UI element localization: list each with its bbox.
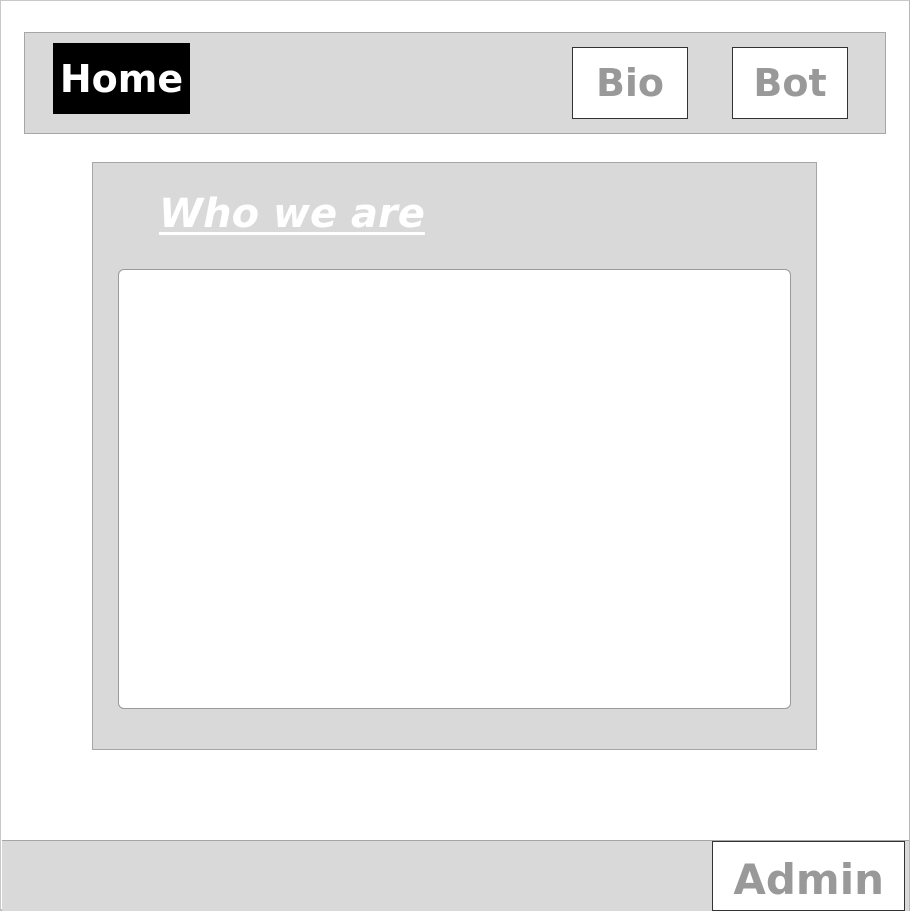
- home-button[interactable]: Home: [53, 43, 190, 114]
- page-frame: Home Bio Bot Who we are Admin: [0, 0, 910, 911]
- top-nav-bar: Home Bio Bot: [24, 32, 886, 134]
- bio-button[interactable]: Bio: [572, 47, 688, 119]
- who-we-are-panel: Who we are: [92, 162, 817, 750]
- section-title-link[interactable]: Who we are: [159, 191, 425, 237]
- admin-button[interactable]: Admin: [712, 841, 905, 911]
- bot-button[interactable]: Bot: [732, 47, 848, 119]
- footer-bar: Admin: [2, 840, 909, 911]
- content-area: [118, 269, 791, 709]
